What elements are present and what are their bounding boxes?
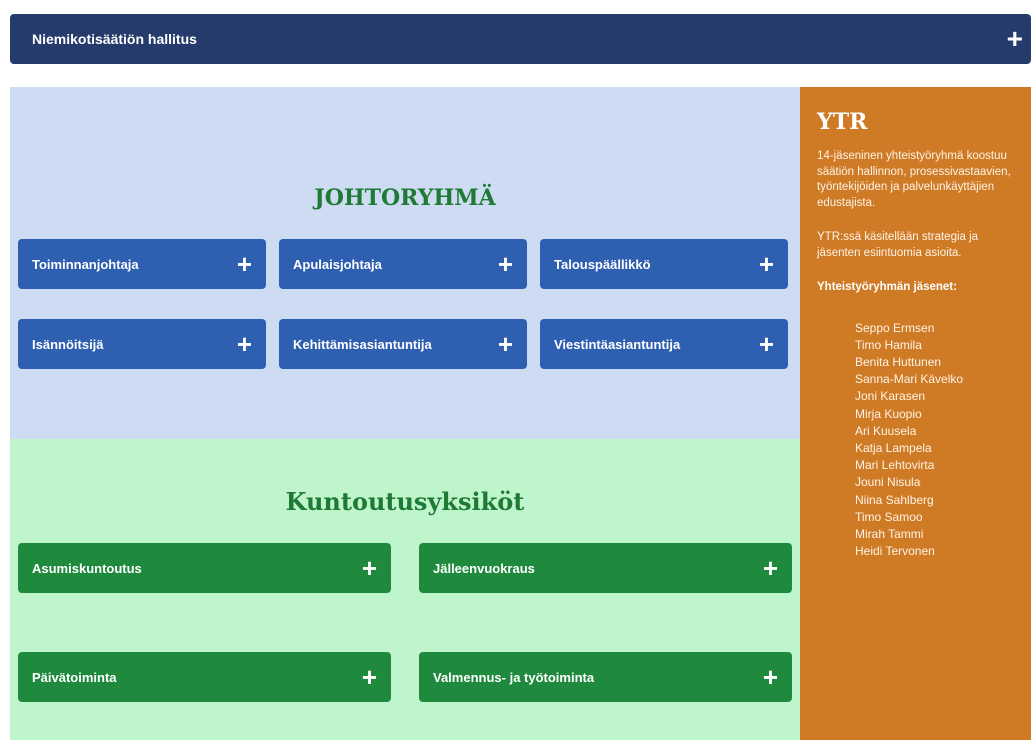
unit-button-paivatoiminta[interactable]: Päivätoiminta + [18, 652, 391, 702]
plus-icon: + [758, 249, 774, 279]
member-item: Mirah Tammi [855, 526, 924, 541]
unit-label: Päivätoiminta [32, 669, 117, 685]
plus-icon: + [497, 329, 513, 359]
role-button-talouspaallikko[interactable]: Talouspäällikkö + [540, 239, 788, 289]
role-button-viestintaasiantuntija[interactable]: Viestintäasiantuntija + [540, 319, 788, 369]
unit-button-jalleenvuokraus[interactable]: Jälleenvuokraus + [419, 543, 792, 593]
unit-button-valmennus-tyotoiminta[interactable]: Valmennus- ja työtoiminta + [419, 652, 792, 702]
unit-label: Jälleenvuokraus [433, 560, 535, 576]
ytr-description: 14-jäseninen yhteistyöryhmä koostuu säät… [817, 150, 1011, 209]
member-item: Mirja Kuopio [855, 406, 922, 421]
role-label: Apulaisjohtaja [293, 256, 382, 272]
plus-icon[interactable]: + [1007, 25, 1023, 53]
member-item: Benita Huttunen [855, 354, 942, 369]
unit-label: Asumiskuntoutus [32, 560, 142, 576]
plus-icon: + [497, 249, 513, 279]
member-item: Katja Lampela [855, 440, 932, 455]
kuntoutusyksikot-section: Kuntoutusyksiköt Asumiskuntoutus + Jälle… [10, 439, 800, 740]
unit-button-asumiskuntoutus[interactable]: Asumiskuntoutus + [18, 543, 391, 593]
member-item: Seppo Ermsen [855, 320, 935, 335]
ytr-title: YTR [817, 109, 868, 135]
plus-icon: + [762, 662, 778, 692]
member-item: Joni Karasen [855, 389, 926, 404]
johtoryhma-section: JOHTORYHMÄ Toiminnanjohtaja + Apulaisjoh… [10, 87, 800, 439]
role-label: Viestintäasiantuntija [554, 336, 681, 352]
members-list: Seppo Ermsen Timo Hamila Benita Huttunen… [817, 320, 1017, 561]
role-button-toiminnanjohtaja[interactable]: Toiminnanjohtaja + [18, 239, 266, 289]
role-label: Kehittämisasiantuntija [293, 336, 432, 352]
members-heading: Yhteistyöryhmän jäsenet: [817, 281, 957, 293]
member-item: Jouni Nisula [855, 475, 921, 490]
unit-label: Valmennus- ja työtoiminta [433, 669, 595, 685]
member-item: Timo Hamila [855, 337, 922, 352]
role-button-kehittamisasiantuntija[interactable]: Kehittämisasiantuntija + [279, 319, 527, 369]
member-item: Ari Kuusela [855, 423, 917, 438]
plus-icon: + [236, 329, 252, 359]
kuntoutusyksikot-title: Kuntoutusyksiköt [285, 487, 525, 516]
member-item: Sanna-Mari Kävelko [855, 372, 964, 387]
plus-icon: + [361, 553, 377, 583]
member-item: Mari Lehtovirta [855, 458, 935, 473]
ytr-purpose: YTR:ssä käsitellään strategia ja jäsente… [817, 231, 979, 259]
member-item: Timo Samoo [855, 509, 923, 524]
role-label: Talouspäällikkö [554, 256, 651, 272]
johtoryhma-title: JOHTORYHMÄ [314, 185, 496, 211]
plus-icon: + [758, 329, 774, 359]
role-button-apulaisjohtaja[interactable]: Apulaisjohtaja + [279, 239, 527, 289]
member-item: Niina Sahlberg [855, 492, 934, 507]
ytr-panel: YTR 14-jäseninen yhteistyöryhmä koostuu … [800, 87, 1031, 740]
role-label: Isännöitsijä [32, 336, 104, 352]
role-button-isannoitsija[interactable]: Isännöitsijä + [18, 319, 266, 369]
plus-icon: + [361, 662, 377, 692]
plus-icon: + [236, 249, 252, 279]
plus-icon: + [762, 553, 778, 583]
board-title: Niemikotisäätiön hallitus [32, 31, 197, 47]
board-accordion-header[interactable]: Niemikotisäätiön hallitus + [10, 14, 1031, 64]
role-label: Toiminnanjohtaja [32, 256, 139, 272]
member-item: Heidi Tervonen [855, 544, 935, 559]
